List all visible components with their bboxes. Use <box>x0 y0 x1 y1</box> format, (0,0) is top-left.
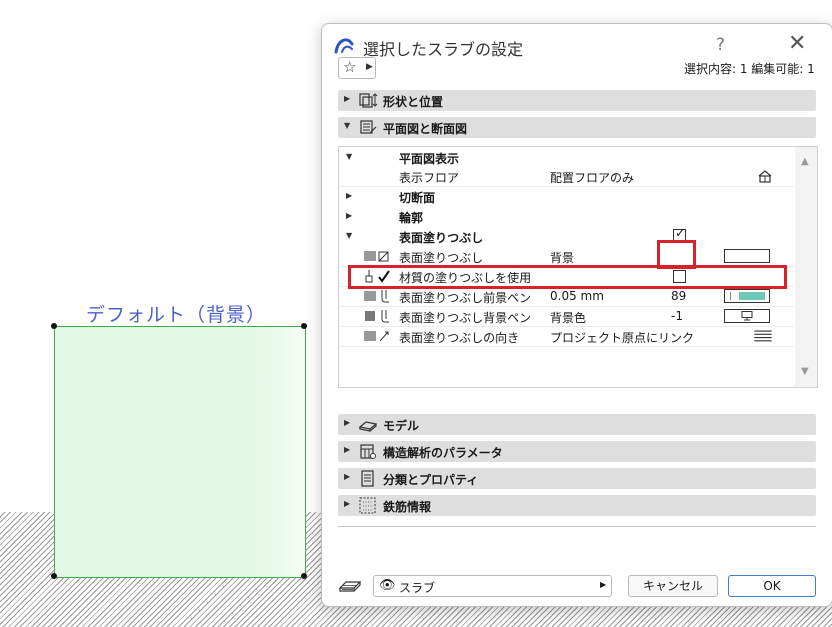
highlight-surface-fill-row <box>348 265 787 289</box>
help-button[interactable]: ? <box>716 35 725 55</box>
row-label: 表示フロア <box>399 171 460 185</box>
eye-icon: 👁 <box>379 578 396 593</box>
collapse-arrow-icon: ▼ <box>344 121 351 130</box>
section-label: 形状と位置 <box>383 95 444 109</box>
slab-element[interactable] <box>54 326 306 578</box>
row-value[interactable]: プロジェクト原点にリンク <box>550 329 694 346</box>
table-row[interactable]: ▼ 平面図表示 <box>339 147 794 167</box>
expand-arrow-icon: ▶ <box>344 499 351 508</box>
slab-corner-handle[interactable] <box>301 573 307 579</box>
slab-settings-dialog: 選択したスラブの設定 ? ✕ ☆ ▶ 選択内容: 1 編集可能: 1 ▶ 形状と… <box>321 23 832 607</box>
table-row[interactable]: 表面塗りつぶし背景ペン 背景色 -1 <box>339 306 794 327</box>
expand-arrow-icon: ▶ <box>344 472 351 481</box>
triangle-right-icon: ▶ <box>600 580 607 589</box>
slab-corner-handle[interactable] <box>51 323 57 329</box>
expand-arrow-icon[interactable]: ▶ <box>346 191 352 200</box>
row-label: 平面図表示 <box>399 152 460 166</box>
row-label: 表面塗りつぶし <box>399 231 484 245</box>
pen-weight-line <box>730 292 731 300</box>
row-label: 表面塗りつぶし前景ペン <box>399 291 532 305</box>
section-classification[interactable]: ▶ 分類とプロパティ <box>338 468 816 489</box>
collapse-arrow-icon[interactable]: ▼ <box>346 231 352 240</box>
scroll-up-icon[interactable]: ▲ <box>801 156 809 167</box>
table-row[interactable]: 表面塗りつぶし前景ペン 0.05 mm 89 <box>339 286 794 307</box>
divider <box>338 526 816 527</box>
star-icon: ☆ <box>343 58 357 76</box>
table-row[interactable]: 表面塗りつぶしの向き プロジェクト原点にリンク <box>339 326 794 347</box>
floorplan-section-icon <box>360 120 377 134</box>
layer-dropdown[interactable]: 👁 スラブ ▶ <box>373 575 612 597</box>
table-row[interactable]: 表示フロア 配置フロアのみ <box>339 166 794 187</box>
row-label: 切断面 <box>399 191 436 205</box>
rebar-icon <box>359 497 376 514</box>
section-label: 分類とプロパティ <box>383 473 479 487</box>
section-floorplan-section[interactable]: ▼ 平面図と断面図 <box>338 117 816 138</box>
expand-arrow-icon[interactable]: ▶ <box>346 211 352 220</box>
row-value[interactable]: 配置フロアのみ <box>550 169 634 186</box>
pen-number[interactable]: -1 <box>671 309 683 323</box>
row-label: 表面塗りつぶし <box>399 251 484 265</box>
section-label: 鉄筋情報 <box>383 500 432 514</box>
table-row[interactable]: ▶ 切断面 <box>339 186 794 206</box>
cancel-button[interactable]: キャンセル <box>628 575 718 597</box>
monitor-icon <box>741 311 753 321</box>
pen-number[interactable]: 89 <box>671 289 686 303</box>
favorites-button[interactable]: ☆ ▶ <box>338 57 376 79</box>
dialog-title: 選択したスラブの設定 <box>363 40 524 59</box>
slab-corner-handle[interactable] <box>301 323 307 329</box>
table-row[interactable]: ▶ 輪郭 <box>339 206 794 226</box>
section-label: モデル <box>383 419 420 433</box>
collapse-arrow-icon[interactable]: ▼ <box>346 152 352 161</box>
slab-fill-label: デフォルト（背景） <box>86 304 267 326</box>
row-value[interactable]: 0.05 mm <box>550 289 604 303</box>
shape-position-icon <box>359 93 378 108</box>
floor-display-icon[interactable] <box>757 169 773 183</box>
model-icon <box>358 421 378 432</box>
close-button[interactable]: ✕ <box>788 31 806 56</box>
foreground-pen-icon <box>364 290 389 303</box>
slab-corner-handle[interactable] <box>51 573 57 579</box>
section-shape-position[interactable]: ▶ 形状と位置 <box>338 90 816 111</box>
table-row[interactable]: ▼ 表面塗りつぶし <box>339 226 794 246</box>
layer-label: スラブ <box>399 581 436 595</box>
section-label: 構造解析のパラメータ <box>383 446 503 460</box>
background-pen-swatch[interactable] <box>724 309 770 323</box>
pen-color-fill <box>739 292 765 300</box>
highlight-surface-fill-checkbox <box>657 240 696 269</box>
row-label: 表面塗りつぶし背景ペン <box>399 311 532 325</box>
structural-analysis-icon <box>360 444 376 459</box>
fill-swatch[interactable] <box>724 249 770 263</box>
expand-arrow-icon: ▶ <box>344 445 351 454</box>
foreground-pen-swatch[interactable] <box>724 289 770 303</box>
row-label: 輪郭 <box>399 211 424 225</box>
selection-info: 選択内容: 1 編集可能: 1 <box>684 62 815 76</box>
section-label: 平面図と断面図 <box>383 122 468 136</box>
table-scrollbar[interactable]: ▲ ▼ <box>795 147 817 387</box>
row-value[interactable]: 背景 <box>550 249 574 266</box>
table-row[interactable]: 表面塗りつぶし 背景 <box>339 246 794 267</box>
ok-button[interactable]: OK <box>728 575 816 597</box>
section-rebar[interactable]: ▶ 鉄筋情報 <box>338 495 816 516</box>
section-model[interactable]: ▶ モデル <box>338 414 816 435</box>
expand-arrow-icon: ▶ <box>344 418 351 427</box>
slab-tool-icon <box>338 581 362 592</box>
scroll-down-icon[interactable]: ▼ <box>801 366 809 377</box>
expand-arrow-icon: ▶ <box>344 94 351 103</box>
archicad-app-icon <box>333 34 355 56</box>
classification-icon <box>361 470 374 487</box>
section-structural-analysis[interactable]: ▶ 構造解析のパラメータ <box>338 441 816 462</box>
hatch-lines-icon[interactable] <box>754 330 772 343</box>
triangle-right-icon: ▶ <box>366 62 373 72</box>
row-label: 表面塗りつぶしの向き <box>399 331 520 345</box>
row-value[interactable]: 背景色 <box>550 309 586 326</box>
fill-pattern-icon <box>364 251 389 262</box>
background-pen-icon <box>365 310 389 323</box>
fill-orientation-icon <box>364 331 389 342</box>
